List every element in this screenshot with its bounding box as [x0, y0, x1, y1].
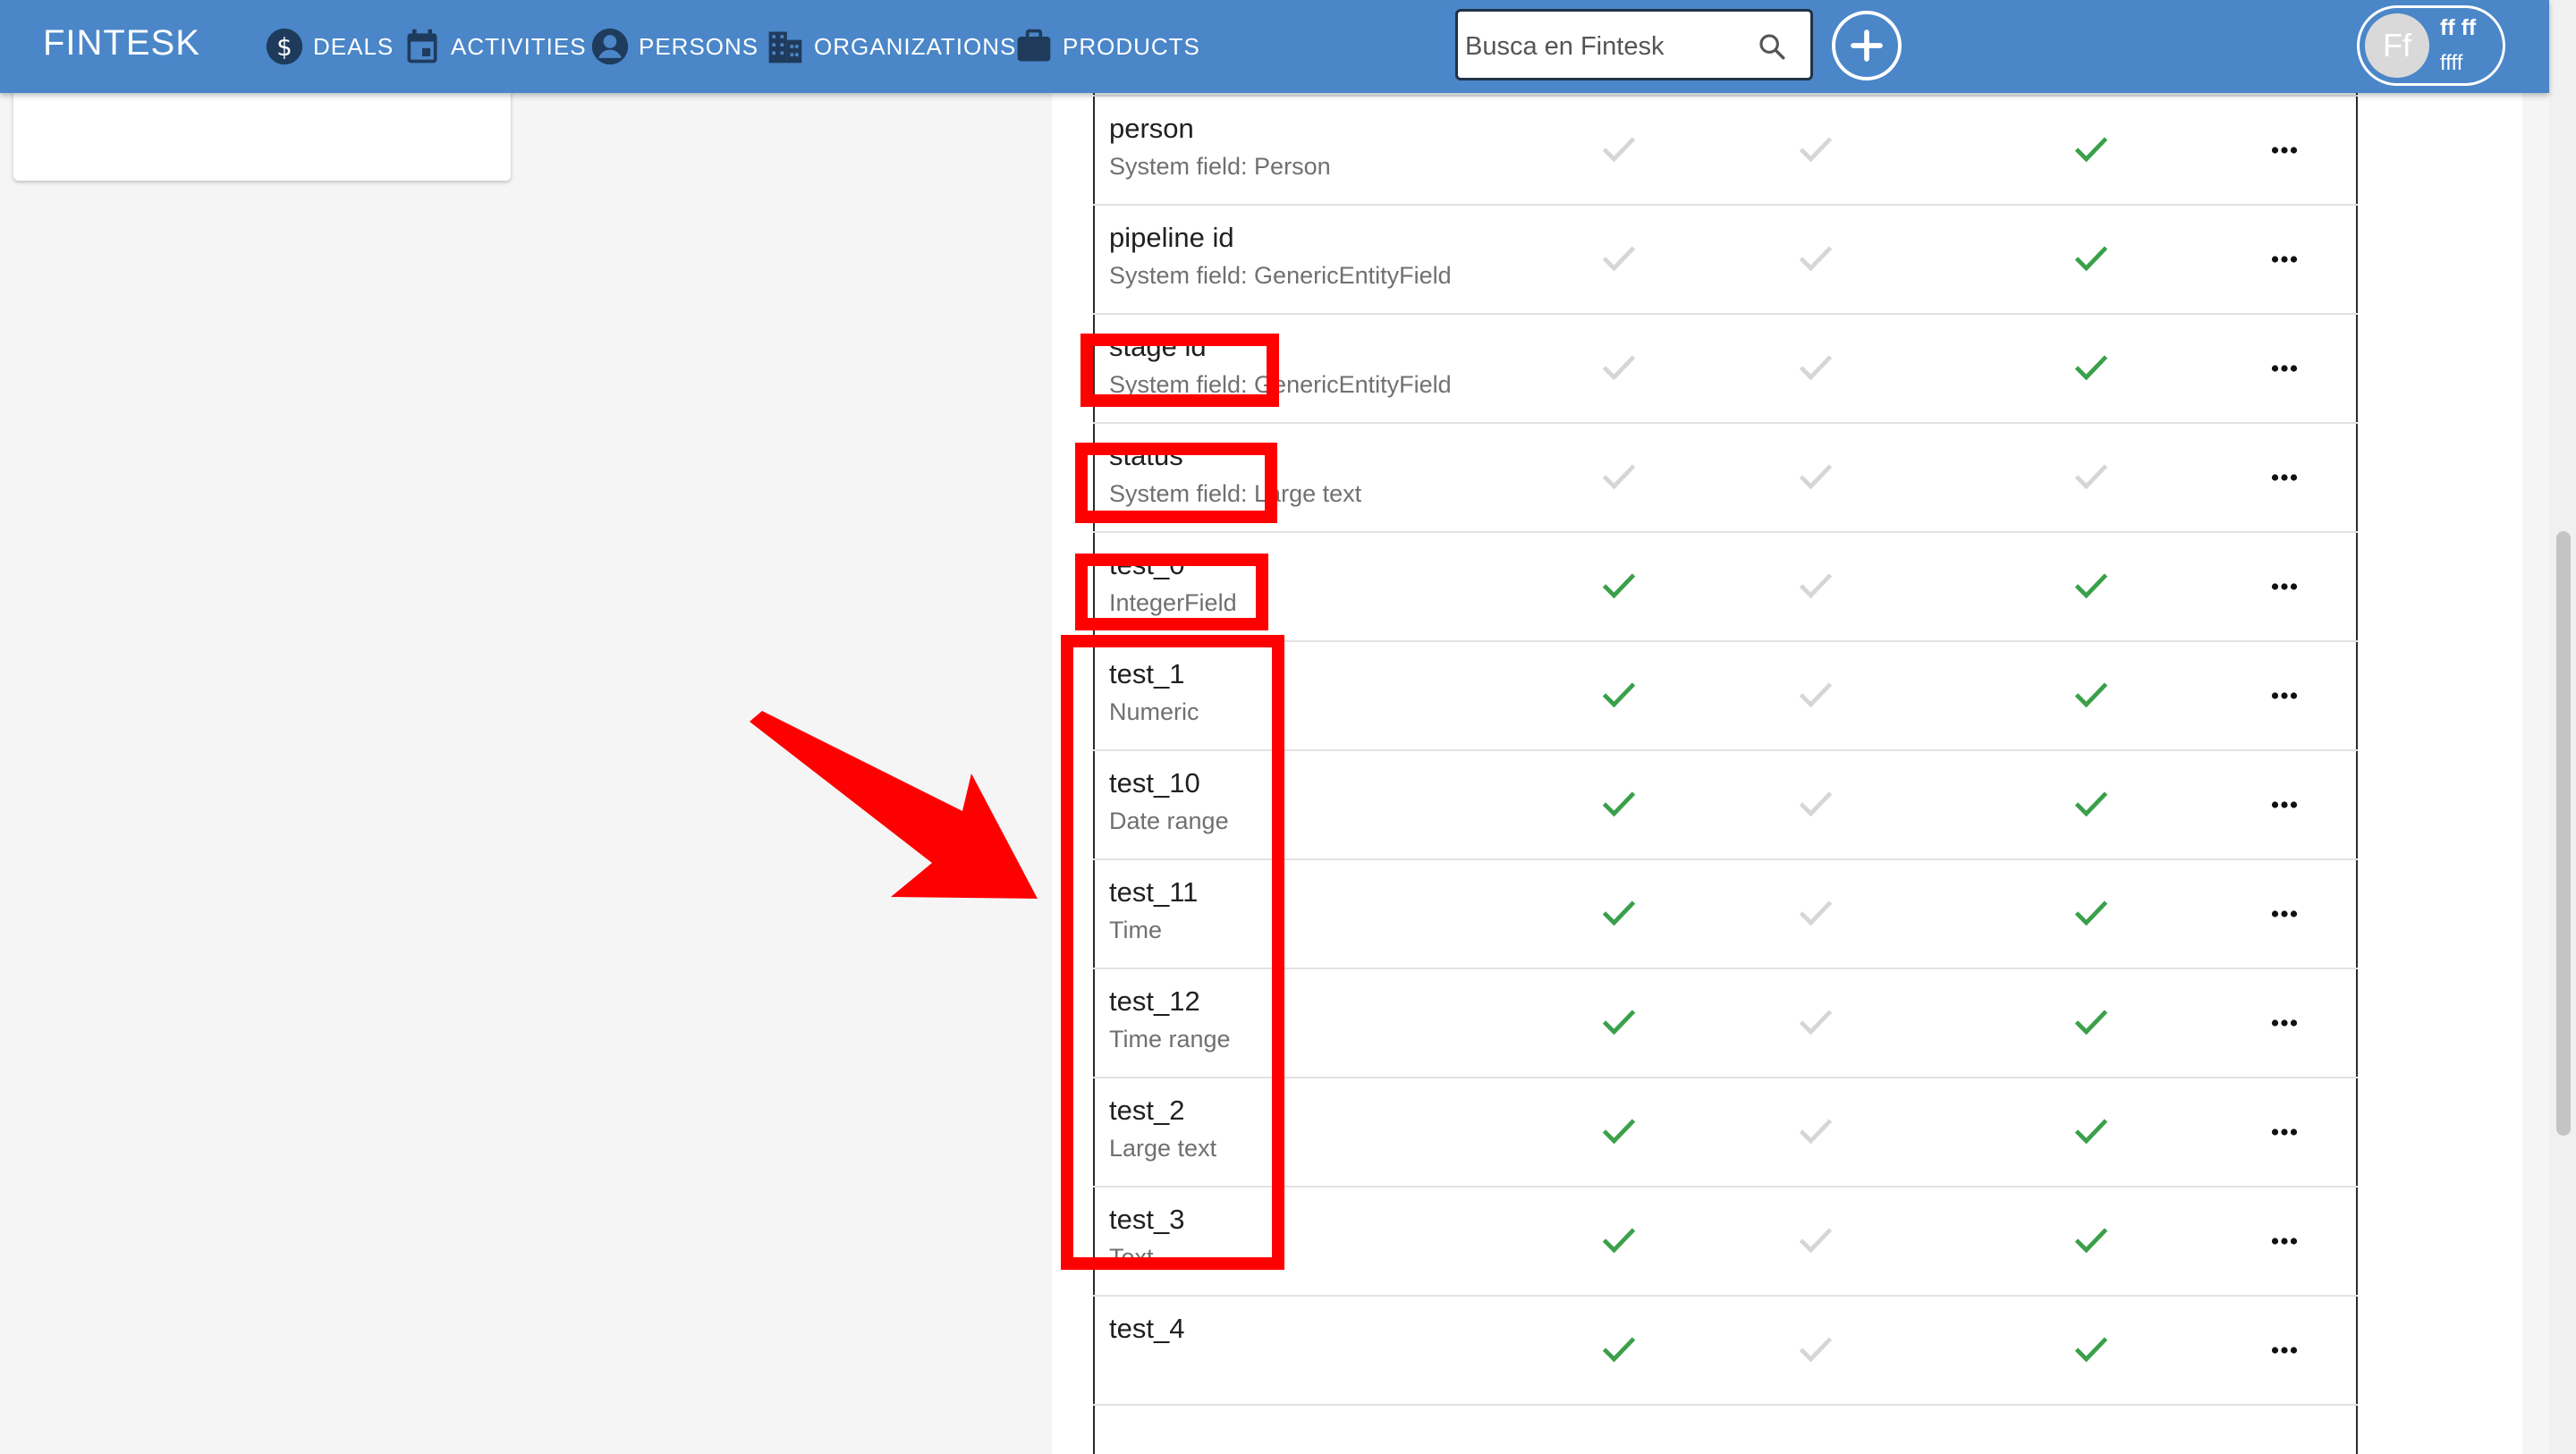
check-icon	[1799, 355, 1833, 381]
check-icon	[2074, 573, 2108, 599]
more-options-icon[interactable]	[2268, 1334, 2301, 1366]
nav-deals[interactable]: $ DEALS	[265, 25, 394, 68]
check-icon	[1602, 355, 1636, 381]
field-name: person	[1109, 113, 1194, 144]
more-options-icon[interactable]	[2268, 680, 2301, 712]
check-icon	[1602, 1010, 1636, 1036]
more-options-icon[interactable]	[2268, 1007, 2301, 1039]
check-icon	[2074, 1010, 2108, 1036]
person-circle-icon	[591, 28, 629, 65]
check-icon	[1602, 900, 1636, 926]
user-menu[interactable]: Ff ff ff ffff	[2357, 5, 2505, 86]
check-icon	[1799, 682, 1833, 708]
more-options-icon[interactable]	[2268, 571, 2301, 603]
check-icon	[2074, 1337, 2108, 1363]
annotation-highlight-box	[1075, 443, 1277, 523]
check-icon	[1602, 137, 1636, 163]
nav-persons[interactable]: PERSONS	[590, 25, 758, 68]
table-row[interactable]: test_4	[1093, 1297, 2358, 1406]
check-icon	[1799, 246, 1833, 272]
check-icon	[2074, 1119, 2108, 1145]
nav-deals-label: DEALS	[313, 32, 394, 60]
table-row[interactable]: test_0 IntegerField	[1093, 533, 2358, 642]
field-name: test_4	[1109, 1313, 1185, 1344]
check-icon	[1602, 573, 1636, 599]
check-icon	[1602, 1337, 1636, 1363]
check-icon	[1799, 1119, 1833, 1145]
nav-organizations[interactable]: ORGANIZATIONS	[766, 25, 1016, 68]
more-options-icon[interactable]	[2268, 461, 2301, 494]
annotation-highlight-box	[1061, 635, 1284, 1270]
more-options-icon[interactable]	[2268, 1116, 2301, 1148]
more-options-icon[interactable]	[2268, 352, 2301, 385]
more-options-icon[interactable]	[2268, 134, 2301, 166]
annotation-highlight-box	[1075, 554, 1268, 630]
check-icon	[2074, 900, 2108, 926]
check-icon	[1799, 791, 1833, 817]
more-options-icon[interactable]	[2268, 898, 2301, 930]
check-icon	[1602, 1119, 1636, 1145]
brand-logo[interactable]: FINTESK	[43, 23, 200, 63]
check-icon	[1799, 1010, 1833, 1036]
field-type: System field: Person	[1109, 153, 1331, 180]
annotation-arrow-icon	[750, 711, 1038, 899]
check-icon	[1602, 464, 1636, 490]
check-icon	[1799, 573, 1833, 599]
more-options-icon[interactable]	[2268, 1225, 2301, 1257]
nav-products[interactable]: PRODUCTS	[1014, 25, 1200, 68]
field-type: System field: GenericEntityField	[1109, 262, 1452, 289]
check-icon	[2074, 355, 2108, 381]
nav-products-label: PRODUCTS	[1063, 32, 1200, 60]
dollar-circle-icon: $	[266, 28, 303, 65]
search-input[interactable]	[1463, 24, 1762, 69]
check-icon	[2074, 1228, 2108, 1254]
check-icon	[1799, 464, 1833, 490]
briefcase-icon	[1017, 29, 1051, 62]
table-row[interactable]: person System field: Person	[1093, 97, 2358, 206]
check-icon	[2074, 137, 2108, 163]
annotation-highlight-box	[1080, 334, 1279, 407]
check-icon	[1602, 682, 1636, 708]
svg-text:$: $	[276, 33, 292, 62]
avatar: Ff	[2365, 13, 2429, 78]
check-icon	[1799, 900, 1833, 926]
check-icon	[1799, 1228, 1833, 1254]
calendar-icon	[407, 29, 437, 63]
table-row[interactable]: stage id System field: GenericEntityField	[1093, 315, 2358, 424]
check-icon	[1602, 791, 1636, 817]
check-icon	[1799, 1337, 1833, 1363]
check-icon	[1799, 137, 1833, 163]
check-icon	[2074, 246, 2108, 272]
check-icon	[2074, 791, 2108, 817]
check-icon	[2074, 464, 2108, 490]
more-options-icon[interactable]	[2268, 789, 2301, 821]
search-box[interactable]	[1455, 9, 1813, 80]
nav-organizations-label: ORGANIZATIONS	[814, 32, 1017, 60]
user-subtitle: ffff	[2440, 51, 2463, 75]
check-icon	[1602, 246, 1636, 272]
table-row[interactable]: pipeline id System field: GenericEntityFi…	[1093, 206, 2358, 315]
settings-sidebar-card	[13, 80, 511, 181]
search-icon[interactable]	[1757, 31, 1787, 62]
nav-activities[interactable]: ACTIVITIES	[402, 25, 587, 68]
add-button[interactable]	[1832, 11, 1902, 80]
top-app-bar: FINTESK $ DEALS ACTIVITIES PERSONS ORGAN…	[0, 0, 2549, 93]
nav-persons-label: PERSONS	[639, 32, 759, 60]
check-icon	[1602, 1228, 1636, 1254]
table-row[interactable]: status System field: Large text	[1093, 424, 2358, 533]
plus-circle-icon	[1851, 30, 1883, 62]
scrollbar-thumb[interactable]	[2556, 531, 2571, 1136]
field-name: pipeline id	[1109, 222, 1234, 253]
more-options-icon[interactable]	[2268, 243, 2301, 275]
user-name: ff ff	[2440, 15, 2477, 40]
check-icon	[2074, 682, 2108, 708]
nav-activities-label: ACTIVITIES	[451, 32, 587, 60]
building-icon	[768, 31, 802, 63]
